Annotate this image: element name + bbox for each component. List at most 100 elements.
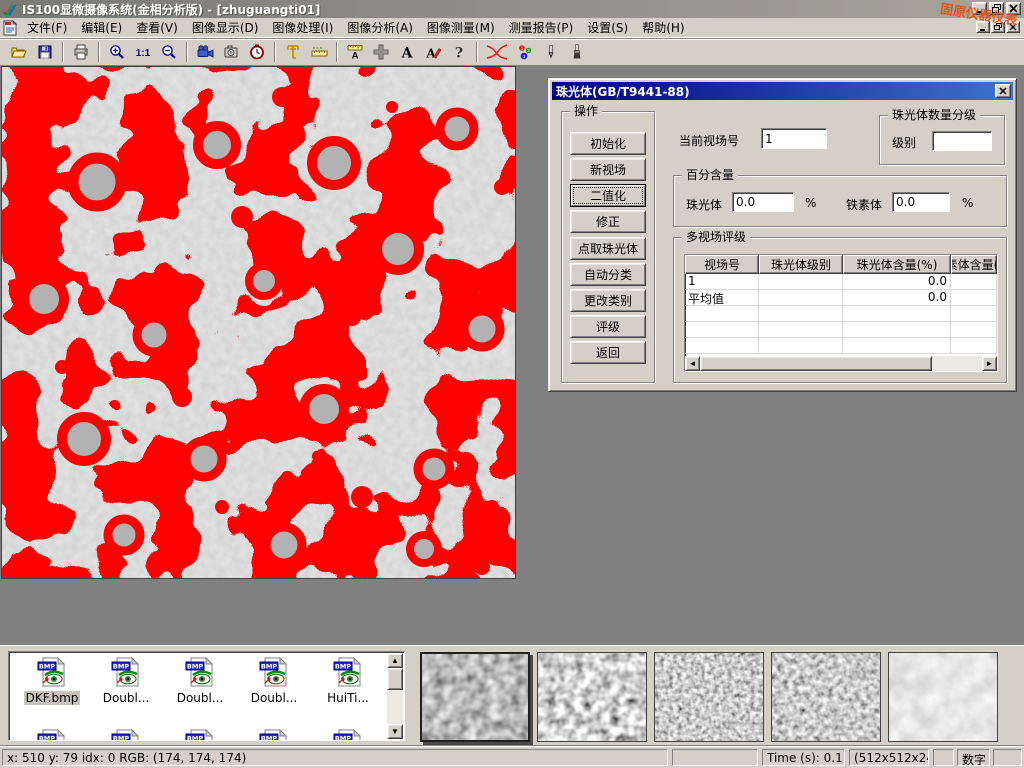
- current-field-input[interactable]: [761, 128, 827, 149]
- timer-button[interactable]: [244, 40, 270, 64]
- thumbnail-2[interactable]: [537, 652, 647, 742]
- document-icon[interactable]: [0, 20, 20, 36]
- measure-label-button[interactable]: A: [342, 40, 368, 64]
- table-header-field: 视场号: [685, 255, 759, 274]
- thumbnail-4[interactable]: [771, 652, 881, 742]
- file-name[interactable]: HuiTi...: [325, 691, 371, 705]
- menu-item-image-analysis[interactable]: 图像分析(A): [340, 17, 420, 38]
- file-name[interactable]: DKF.bmp: [24, 691, 81, 705]
- edit-text-button[interactable]: A: [420, 40, 446, 64]
- classify-button[interactable]: 1 2 3: [512, 40, 538, 64]
- menu-item-image-display[interactable]: 图像显示(D): [185, 17, 266, 38]
- table-row-empty: [685, 306, 997, 322]
- cell-grade: [759, 274, 843, 289]
- binarize-button[interactable]: 二值化: [570, 184, 646, 207]
- rating-table[interactable]: 视场号 珠光体级别 珠光体含量(%) 铁素体含量(%) 1 0.0 平均值: [684, 254, 998, 372]
- table-row-empty: [685, 322, 997, 338]
- ferrite-percent-input[interactable]: [892, 192, 950, 212]
- grade-level-input[interactable]: [932, 131, 992, 151]
- cell-pearlite: 0.0: [843, 274, 951, 289]
- grid-cross-icon: [373, 44, 389, 60]
- scroll-down-button[interactable]: ▼: [387, 724, 403, 739]
- initialize-button[interactable]: 初始化: [570, 132, 646, 155]
- thumbnail-3[interactable]: [654, 652, 764, 742]
- brush-tool-button[interactable]: [564, 40, 590, 64]
- close-button[interactable]: [1006, 2, 1021, 15]
- actual-size-button[interactable]: 1:1: [130, 40, 156, 64]
- file-item[interactable]: Doubl...: [163, 656, 237, 705]
- bmp-file-icon: [258, 656, 290, 688]
- file-name[interactable]: Doubl...: [101, 691, 152, 705]
- toolbar-separator: [62, 42, 64, 62]
- save-button[interactable]: [32, 40, 58, 64]
- table-row[interactable]: 平均值 0.0: [685, 290, 997, 306]
- file-item[interactable]: [89, 728, 163, 741]
- mdi-close-button[interactable]: [1006, 21, 1020, 33]
- restore-button[interactable]: [989, 2, 1004, 15]
- file-list[interactable]: DKF.bmp Doubl... Doubl... Doubl... HuiTi…: [8, 651, 405, 741]
- video-capture-button[interactable]: [192, 40, 218, 64]
- bmp-file-icon: [332, 728, 364, 741]
- table-row[interactable]: 1 0.0: [685, 274, 997, 290]
- scroll-up-button[interactable]: ▲: [387, 653, 403, 668]
- menu-item-image-process[interactable]: 图像处理(I): [265, 17, 340, 38]
- camera-capture-button[interactable]: [218, 40, 244, 64]
- menu-item-edit[interactable]: 编辑(E): [74, 17, 129, 38]
- grid-button[interactable]: [368, 40, 394, 64]
- minimize-button[interactable]: [972, 2, 987, 15]
- print-button[interactable]: [68, 40, 94, 64]
- change-class-button[interactable]: 更改类别: [570, 289, 646, 312]
- pick-pearlite-button[interactable]: 点取珠光体: [570, 237, 646, 260]
- menu-item-measure-report[interactable]: 测量报告(P): [502, 17, 581, 38]
- pick-tool-button[interactable]: [538, 40, 564, 64]
- file-name[interactable]: Doubl...: [175, 691, 226, 705]
- printer-icon: [73, 44, 89, 60]
- file-name[interactable]: Doubl...: [249, 691, 300, 705]
- file-list-scrollbar[interactable]: ▲ ▼: [387, 653, 403, 739]
- cell-pearlite: 0.0: [843, 290, 951, 305]
- scrollbar-thumb[interactable]: [700, 356, 932, 371]
- file-item[interactable]: [163, 728, 237, 741]
- file-item[interactable]: [237, 728, 311, 741]
- workspace: 珠光体(GB/T9441-88) 操作 初始化 新视场 二值化 修正 点取珠光体…: [0, 66, 1024, 645]
- open-button[interactable]: [6, 40, 32, 64]
- menu-item-view[interactable]: 查看(V): [129, 17, 185, 38]
- file-item[interactable]: [15, 728, 89, 741]
- correct-button[interactable]: 修正: [570, 210, 646, 233]
- mdi-minimize-button[interactable]: [976, 21, 990, 33]
- menu-item-help[interactable]: 帮助(H): [635, 17, 691, 38]
- metallographic-image[interactable]: [2, 67, 515, 578]
- scrollbar-thumb[interactable]: [387, 668, 403, 690]
- zoom-in-button[interactable]: [104, 40, 130, 64]
- file-item[interactable]: HuiTi...: [311, 656, 385, 705]
- help-button[interactable]: ?: [446, 40, 472, 64]
- table-horizontal-scrollbar[interactable]: ◄ ►: [685, 356, 997, 371]
- menu-item-file[interactable]: 文件(F): [20, 17, 74, 38]
- file-item[interactable]: DKF.bmp: [15, 656, 89, 705]
- file-item[interactable]: Doubl...: [237, 656, 311, 705]
- dialog-close-button[interactable]: [995, 84, 1011, 98]
- pearlite-percent-input[interactable]: [732, 192, 794, 212]
- curve-tool-button[interactable]: [482, 40, 512, 64]
- file-item[interactable]: Doubl...: [89, 656, 163, 705]
- pearlite-percent-unit: %: [805, 196, 816, 210]
- scroll-right-button[interactable]: ►: [982, 356, 997, 371]
- thumbnail-5[interactable]: [888, 652, 998, 742]
- text-button[interactable]: A: [394, 40, 420, 64]
- caliper-button[interactable]: [280, 40, 306, 64]
- mdi-restore-button[interactable]: [991, 21, 1005, 33]
- status-image-size: (512x512x24): [849, 749, 929, 766]
- new-field-button[interactable]: 新视场: [570, 158, 646, 181]
- menu-item-image-measure[interactable]: 图像测量(M): [420, 17, 502, 38]
- scroll-left-button[interactable]: ◄: [685, 356, 700, 371]
- menu-item-settings[interactable]: 设置(S): [580, 17, 635, 38]
- dialog-title-bar[interactable]: 珠光体(GB/T9441-88): [552, 82, 1013, 100]
- zoom-out-button[interactable]: [156, 40, 182, 64]
- multi-field-group: 多视场评级 视场号 珠光体级别 珠光体含量(%) 铁素体含量(%) 1 0.0: [673, 237, 1007, 383]
- file-item[interactable]: [311, 728, 385, 741]
- return-button[interactable]: 返回: [570, 341, 646, 364]
- ruler-button[interactable]: [306, 40, 332, 64]
- auto-classify-button[interactable]: 自动分类: [570, 263, 646, 286]
- thumbnail-1[interactable]: [420, 652, 530, 742]
- rate-button[interactable]: 评级: [570, 315, 646, 338]
